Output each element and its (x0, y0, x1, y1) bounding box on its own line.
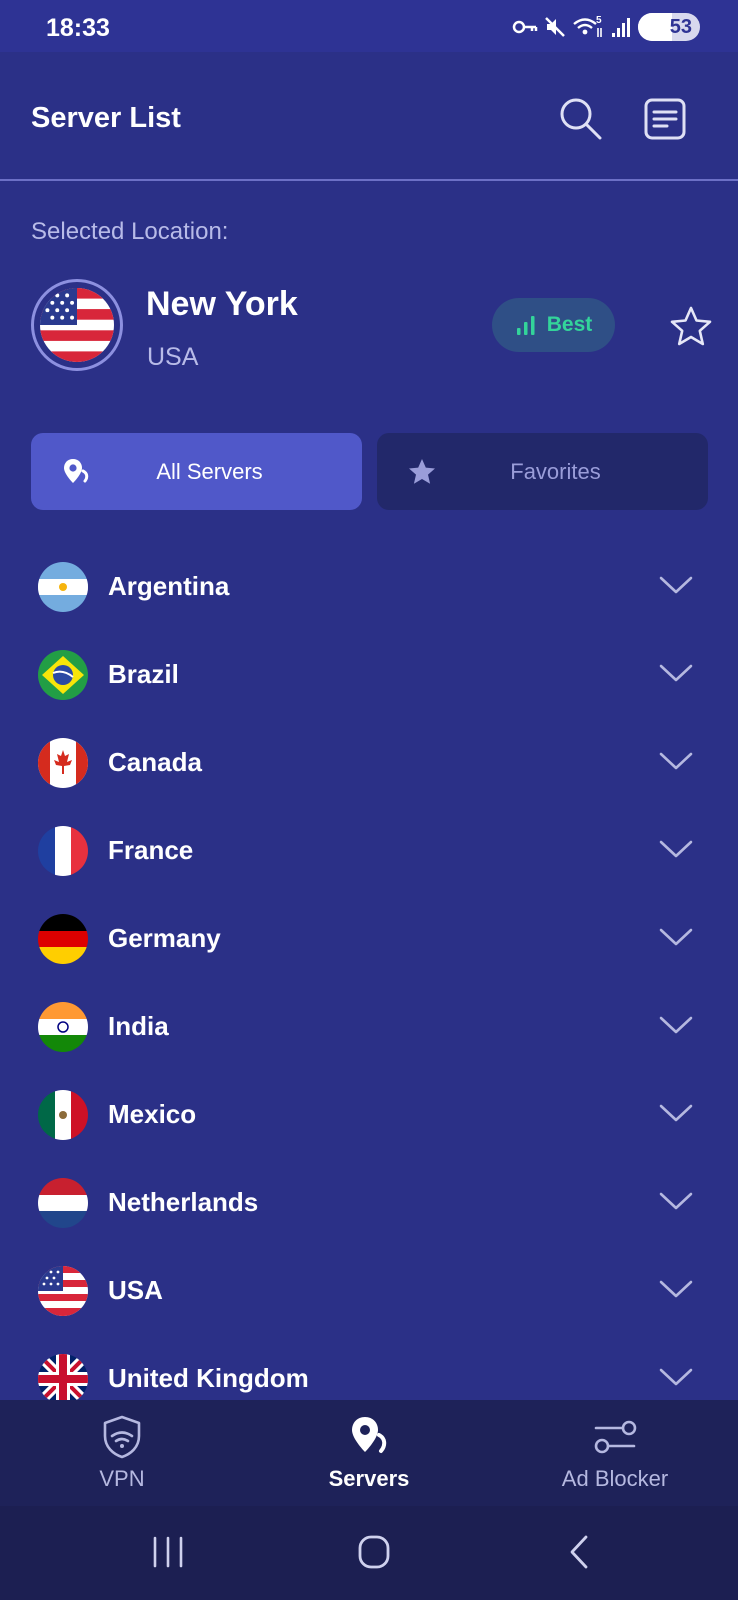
chevron-down-icon[interactable] (658, 661, 694, 685)
chevron-down-icon[interactable] (658, 573, 694, 597)
nav-ad-blocker-label: Ad Blocker (561, 1466, 669, 1491)
best-badge: Best (492, 298, 615, 352)
app-bar: Server List (0, 52, 738, 180)
country-row-brazil[interactable]: Brazil (0, 631, 738, 719)
chevron-down-icon[interactable] (658, 1365, 694, 1389)
country-row-france[interactable]: France (0, 807, 738, 895)
country-list: Argentina Brazil Canada France Germany I… (0, 543, 738, 1400)
chevron-down-icon[interactable] (658, 1013, 694, 1037)
signal-strength-icon (516, 316, 535, 335)
tab-all-servers[interactable]: All Servers (31, 433, 362, 510)
favorite-star-icon[interactable] (668, 304, 714, 350)
bottom-nav: VPN Servers Ad Blocker (0, 1400, 738, 1506)
back-icon[interactable] (558, 1532, 602, 1572)
nav-vpn[interactable]: VPN (22, 1400, 222, 1506)
nav-servers[interactable]: Servers (269, 1400, 469, 1506)
canada-flag-icon (38, 738, 88, 788)
toggles-icon (594, 1420, 637, 1454)
battery-icon: 53 (638, 13, 700, 41)
chevron-down-icon[interactable] (658, 837, 694, 861)
nav-servers-label: Servers (328, 1466, 410, 1491)
chevron-down-icon[interactable] (658, 1277, 694, 1301)
brazil-flag-icon (38, 650, 88, 700)
country-row-canada[interactable]: Canada (0, 719, 738, 807)
country-name: Germany (108, 923, 221, 953)
us-flag-icon (40, 288, 114, 362)
svg-text:5: 5 (596, 15, 602, 26)
country-name: Netherlands (108, 1187, 259, 1217)
france-flag-icon (38, 826, 88, 876)
country-name: Argentina (108, 571, 230, 601)
nav-vpn-label: VPN (99, 1466, 145, 1491)
best-badge-label: Best (546, 313, 593, 336)
tab-favorites[interactable]: Favorites (377, 433, 708, 510)
selected-city: New York (146, 285, 298, 323)
selected-flag (31, 279, 123, 371)
country-row-netherlands[interactable]: Netherlands (0, 1159, 738, 1247)
chevron-down-icon[interactable] (658, 749, 694, 773)
country-row-india[interactable]: India (0, 983, 738, 1071)
netherlands-flag-icon (38, 1178, 88, 1228)
country-name: Mexico (108, 1099, 197, 1129)
chevron-down-icon[interactable] (658, 1101, 694, 1125)
country-name: France (108, 835, 194, 865)
argentina-flag-icon (38, 562, 88, 612)
germany-flag-icon (38, 914, 88, 964)
status-bar: 18:33 5 53 (0, 0, 738, 52)
india-flag-icon (38, 1002, 88, 1052)
country-name: India (108, 1011, 169, 1041)
nav-ad-blocker[interactable]: Ad Blocker (515, 1400, 715, 1506)
country-row-united-kingdom[interactable]: United Kingdom (0, 1335, 738, 1400)
country-name: Canada (108, 747, 202, 777)
mexico-flag-icon (38, 1090, 88, 1140)
mute-icon (545, 17, 565, 37)
wifi-icon: 5 (573, 15, 602, 37)
vpn-key-icon (512, 20, 538, 34)
country-row-mexico[interactable]: Mexico (0, 1071, 738, 1159)
page-title: Server List (31, 102, 181, 134)
search-icon[interactable] (556, 94, 604, 142)
star-icon (409, 459, 435, 484)
recents-icon[interactable] (146, 1532, 190, 1572)
status-time: 18:33 (46, 14, 110, 42)
country-row-argentina[interactable]: Argentina (0, 543, 738, 631)
country-row-usa[interactable]: USA (0, 1247, 738, 1335)
country-name: United Kingdom (108, 1363, 309, 1393)
shield-icon (103, 1415, 141, 1459)
us-flag-icon (38, 1266, 88, 1316)
battery-level: 53 (669, 15, 692, 38)
location-pin-icon (64, 459, 89, 483)
app-bar-divider (0, 179, 738, 181)
system-nav (0, 1506, 738, 1600)
uk-flag-icon (38, 1354, 88, 1400)
location-pin-icon (352, 1417, 387, 1453)
selected-location-label: Selected Location: (31, 218, 229, 245)
selected-country: USA (147, 343, 199, 371)
country-row-germany[interactable]: Germany (0, 895, 738, 983)
country-name: Brazil (108, 659, 179, 689)
list-icon[interactable] (640, 94, 690, 144)
chevron-down-icon[interactable] (658, 1189, 694, 1213)
signal-icon (612, 18, 630, 37)
chevron-down-icon[interactable] (658, 925, 694, 949)
status-icons: 5 53 (512, 13, 700, 41)
country-name: USA (108, 1275, 163, 1305)
home-icon[interactable] (352, 1532, 396, 1572)
